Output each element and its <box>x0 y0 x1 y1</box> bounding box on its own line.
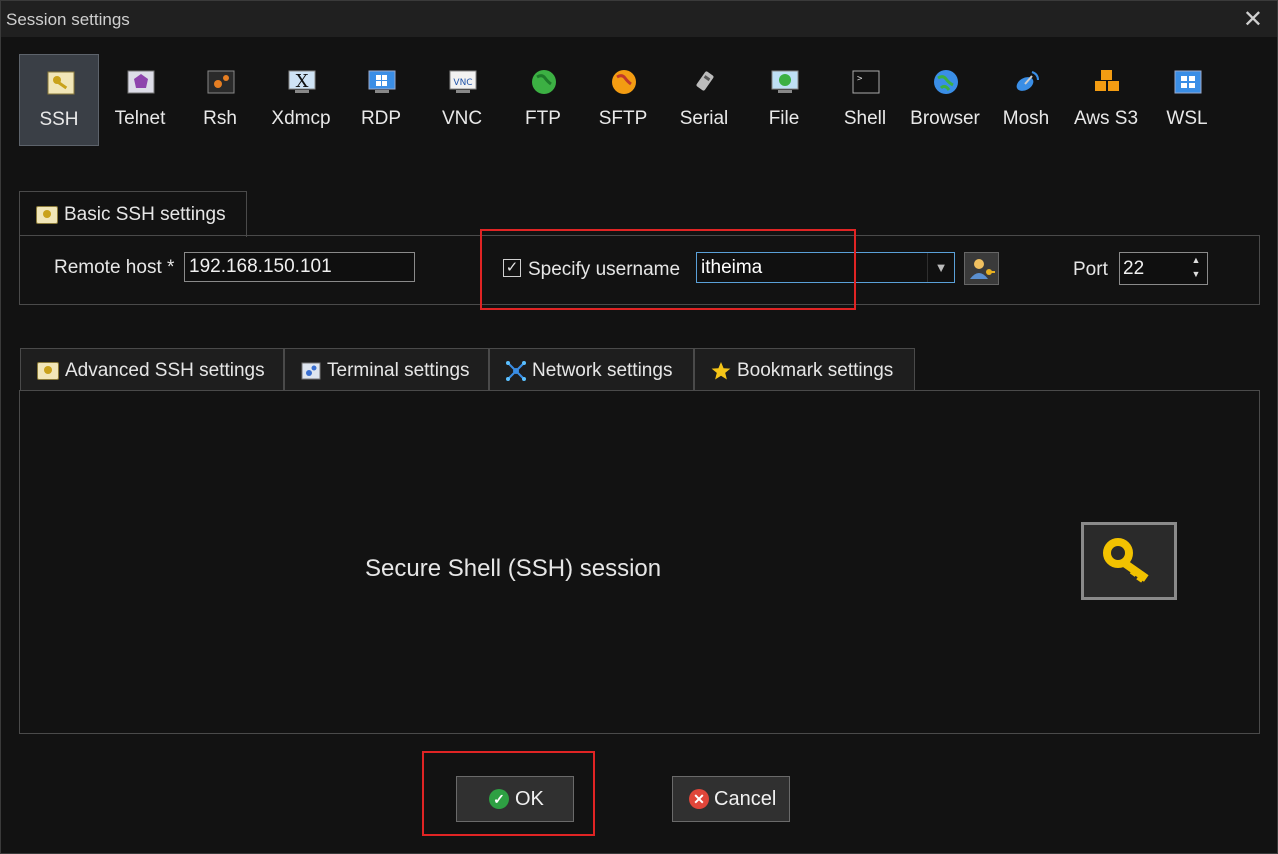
session-type-ftp[interactable]: FTP <box>503 54 583 146</box>
vnc-icon: VNC <box>449 70 477 93</box>
session-type-browser[interactable]: Browser <box>905 54 985 146</box>
ssh-key-icon <box>1081 522 1177 600</box>
dialog-content: SSH Telnet Rsh X Xdmcp RDP VNC VNC FTP S… <box>1 37 1277 853</box>
xdmcp-icon: X <box>288 70 316 93</box>
port-spinbox[interactable]: ▲ ▼ <box>1119 252 1208 285</box>
port-input[interactable] <box>1120 253 1192 284</box>
remote-host-input[interactable] <box>184 252 415 282</box>
cancel-label: Cancel <box>714 788 777 810</box>
session-type-label: VNC <box>441 108 483 129</box>
terminal-gears-icon <box>301 362 321 380</box>
session-type-label: SSH <box>39 109 79 130</box>
tab-bookmark-settings[interactable]: Bookmark settings <box>694 348 915 391</box>
session-type-label: Telnet <box>114 108 166 129</box>
rdp-icon <box>368 70 396 93</box>
session-type-sftp[interactable]: SFTP <box>583 54 663 146</box>
mosh-satellite-icon <box>1016 71 1039 91</box>
session-description-panel: Secure Shell (SSH) session <box>19 390 1260 734</box>
telnet-icon <box>127 70 155 94</box>
wsl-windows-icon <box>1174 70 1202 94</box>
session-type-rdp[interactable]: RDP <box>341 54 421 146</box>
tab-advanced-ssh-settings[interactable]: Advanced SSH settings <box>20 348 284 391</box>
tab-label: Basic SSH settings <box>64 204 226 225</box>
session-type-label: SFTP <box>598 108 648 129</box>
spin-up-icon[interactable]: ▲ <box>1189 255 1203 269</box>
spin-down-icon[interactable]: ▼ <box>1189 269 1203 283</box>
session-type-label: WSL <box>1166 108 1208 129</box>
browser-globe-icon <box>934 70 958 94</box>
session-type-vnc[interactable]: VNC VNC <box>422 54 502 146</box>
rsh-icon <box>207 70 235 94</box>
chevron-down-icon[interactable]: ▼ <box>927 253 954 282</box>
session-type-ssh[interactable]: SSH <box>19 54 99 146</box>
session-type-label: Serial <box>679 108 729 129</box>
session-type-label: Aws S3 <box>1073 108 1139 129</box>
shell-terminal-icon: > <box>852 70 880 94</box>
session-type-label: Mosh <box>1002 108 1050 129</box>
ok-label: OK <box>515 788 544 810</box>
session-settings-dialog: Session settings ✕ SSH Telnet Rsh X Xdmc… <box>0 0 1278 854</box>
port-label: Port <box>1073 259 1108 280</box>
file-monitor-icon <box>771 70 799 93</box>
tab-label: Terminal settings <box>327 360 470 381</box>
session-type-label: Shell <box>843 108 887 129</box>
session-type-aws-s3[interactable]: Aws S3 <box>1066 54 1146 146</box>
key-icon <box>36 206 58 224</box>
cancel-x-icon: ✕ <box>689 789 709 809</box>
session-type-label: RDP <box>360 108 402 129</box>
tab-label: Bookmark settings <box>737 360 894 381</box>
specify-username-label: Specify username <box>528 259 681 280</box>
session-type-label: Rsh <box>203 108 237 129</box>
tab-network-settings[interactable]: Network settings <box>489 348 694 391</box>
serial-plug-icon <box>696 71 714 91</box>
session-type-wsl[interactable]: WSL <box>1147 54 1227 146</box>
session-type-label: File <box>768 108 800 129</box>
tab-terminal-settings[interactable]: Terminal settings <box>284 348 489 391</box>
ssh-key-icon <box>47 71 75 95</box>
specify-username-checkbox[interactable]: ✓ <box>503 259 521 277</box>
session-type-rsh[interactable]: Rsh <box>180 54 260 146</box>
ftp-globe-icon <box>532 70 556 94</box>
close-icon[interactable]: ✕ <box>1243 5 1263 34</box>
cancel-button[interactable]: ✕ Cancel <box>672 776 790 822</box>
session-type-label: FTP <box>525 108 561 129</box>
remote-host-label: Remote host * <box>54 257 175 278</box>
session-description: Secure Shell (SSH) session <box>365 555 662 582</box>
svg-text:X: X <box>296 71 309 92</box>
session-type-label: Xdmcp <box>271 108 331 129</box>
tab-basic-ssh-settings[interactable]: Basic SSH settings <box>19 191 247 237</box>
window-title: Session settings <box>6 10 130 29</box>
aws-s3-icon <box>1095 70 1119 91</box>
star-icon <box>711 362 731 380</box>
key-icon <box>37 362 59 380</box>
svg-text:VNC: VNC <box>453 78 472 88</box>
tab-label: Advanced SSH settings <box>65 360 265 381</box>
title-bar: Session settings ✕ <box>1 1 1277 37</box>
tab-label: Network settings <box>532 360 673 381</box>
session-type-shell[interactable]: > Shell <box>825 54 905 146</box>
network-icon <box>506 361 526 381</box>
session-type-xdmcp[interactable]: X Xdmcp <box>261 54 341 146</box>
sftp-globe-icon <box>612 70 636 94</box>
user-credentials-button[interactable] <box>964 252 999 285</box>
session-type-telnet[interactable]: Telnet <box>100 54 180 146</box>
svg-text:>: > <box>857 74 863 84</box>
check-icon: ✓ <box>489 789 509 809</box>
session-type-mosh[interactable]: Mosh <box>986 54 1066 146</box>
ok-button[interactable]: ✓ OK <box>456 776 574 822</box>
session-type-label: Browser <box>910 108 980 129</box>
session-type-file[interactable]: File <box>744 54 824 146</box>
user-key-icon <box>970 259 995 279</box>
username-input[interactable] <box>697 253 931 282</box>
username-combobox[interactable]: ▼ <box>696 252 955 283</box>
session-type-serial[interactable]: Serial <box>664 54 744 146</box>
